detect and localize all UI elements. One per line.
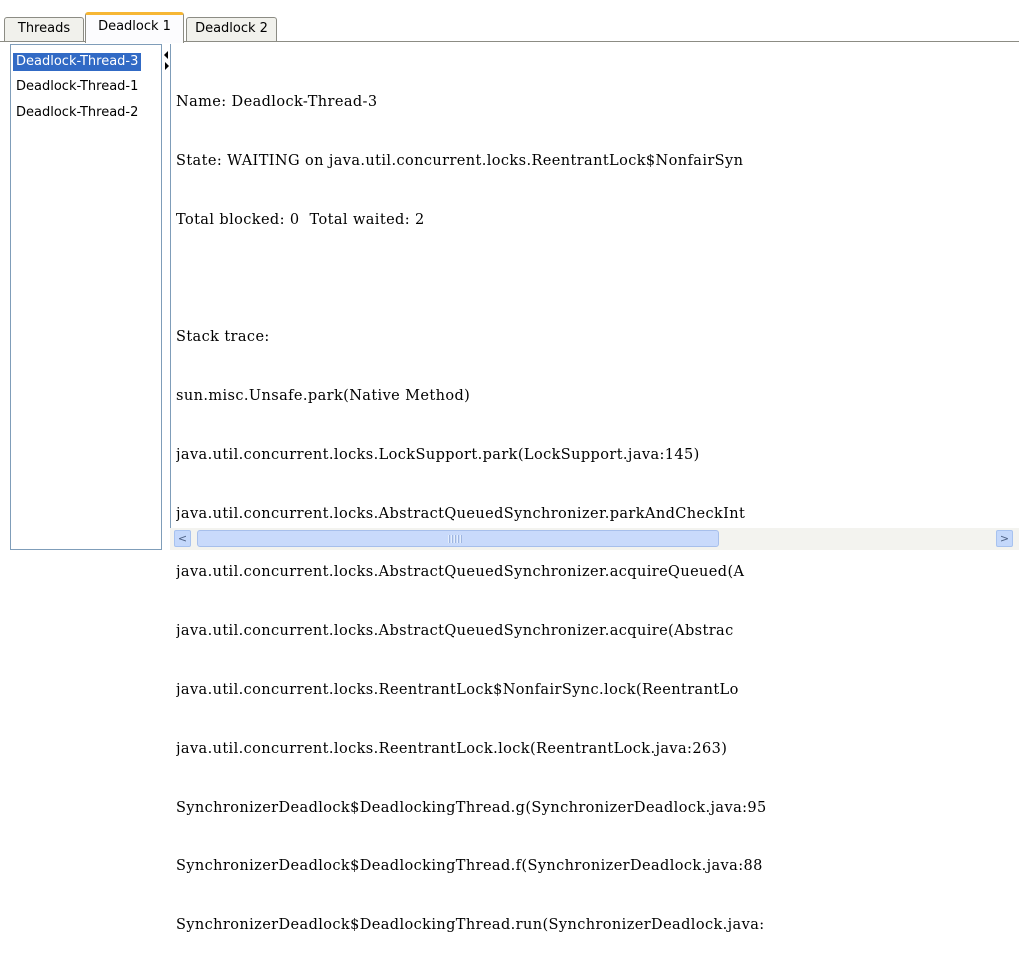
thread-list-item[interactable]: Deadlock-Thread-3 bbox=[13, 53, 142, 71]
splitter-arrows-icon bbox=[164, 51, 169, 70]
thread-list-item[interactable]: Deadlock-Thread-1 bbox=[13, 78, 141, 96]
detail-line: Name: Deadlock-Thread-3 bbox=[176, 94, 378, 110]
splitter-handle[interactable] bbox=[163, 44, 170, 550]
scrollbar-thumb[interactable] bbox=[197, 530, 719, 547]
detail-line: java.util.concurrent.locks.AbstractQueue… bbox=[176, 623, 734, 640]
thread-list-item[interactable]: Deadlock-Thread-2 bbox=[13, 104, 141, 122]
detail-line: java.util.concurrent.locks.AbstractQueue… bbox=[176, 564, 745, 581]
detail-line: java.util.concurrent.locks.ReentrantLock… bbox=[176, 740, 728, 757]
detail-line: Total blocked: 0 Total waited: 2 bbox=[176, 211, 425, 228]
detail-line bbox=[176, 265, 1016, 292]
detail-line: Stack trace: bbox=[176, 329, 270, 346]
detail-line: java.util.concurrent.locks.AbstractQueue… bbox=[176, 505, 746, 522]
detail-pane-border bbox=[170, 44, 171, 550]
scrollbar-grip bbox=[448, 535, 462, 543]
detail-line: SynchronizerDeadlock$DeadlockingThread.g… bbox=[176, 799, 767, 816]
detail-line: SynchronizerDeadlock$DeadlockingThread.f… bbox=[176, 858, 763, 875]
tab-deadlock-2[interactable]: Deadlock 2 bbox=[186, 17, 277, 41]
thread-detail-pane: Name: Deadlock-Thread-3 State: WAITING o… bbox=[170, 44, 1019, 933]
thread-list[interactable]: Deadlock-Thread-3 Deadlock-Thread-1 Dead… bbox=[10, 44, 162, 550]
thread-detail-text: Name: Deadlock-Thread-3 State: WAITING o… bbox=[176, 57, 1016, 971]
tab-threads[interactable]: Threads bbox=[4, 17, 84, 41]
arrow-right-icon[interactable]: > bbox=[996, 530, 1013, 547]
detail-line: java.util.concurrent.locks.LockSupport.p… bbox=[176, 446, 700, 463]
tab-deadlock-1[interactable]: Deadlock 1 bbox=[85, 12, 184, 43]
tab-bar: Threads Deadlock 1 Deadlock 2 bbox=[0, 0, 1019, 43]
detail-line: SynchronizerDeadlock$DeadlockingThread.r… bbox=[176, 917, 765, 934]
detail-line: State: WAITING on java.util.concurrent.l… bbox=[176, 152, 744, 169]
detail-line: java.util.concurrent.locks.ReentrantLock… bbox=[176, 681, 739, 698]
detail-line: sun.misc.Unsafe.park(Native Method) bbox=[176, 387, 471, 404]
arrow-left-icon[interactable]: < bbox=[174, 530, 191, 547]
horizontal-scrollbar[interactable]: < > bbox=[170, 528, 1019, 550]
